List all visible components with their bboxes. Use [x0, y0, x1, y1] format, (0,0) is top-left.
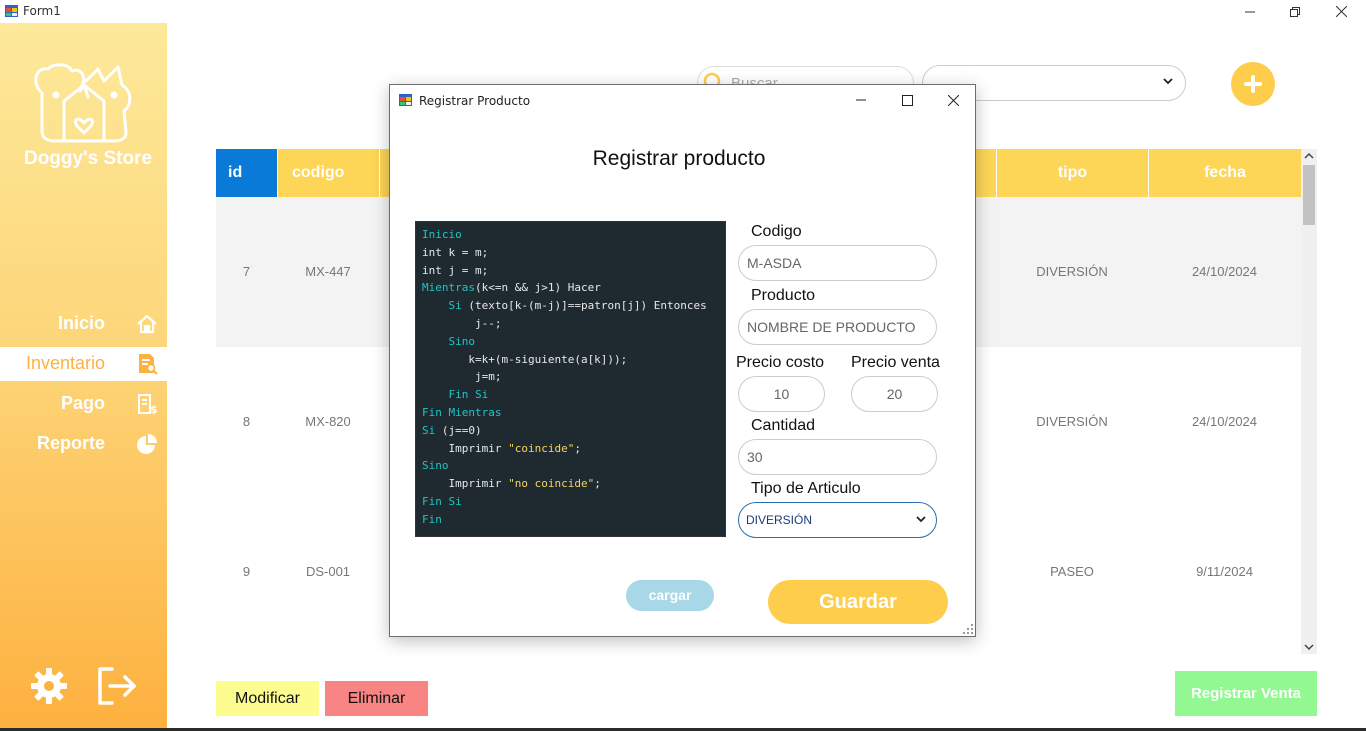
precio-venta-input[interactable]: 20: [851, 376, 938, 412]
cell-codigo: MX-820: [305, 414, 351, 429]
gear-icon[interactable]: [30, 667, 68, 705]
close-icon: [947, 94, 959, 106]
sidebar-item-inicio[interactable]: Inicio: [0, 307, 167, 341]
sidebar-item-label: Inicio: [57, 313, 105, 333]
sidebar-item-inventario[interactable]: Inventario: [0, 347, 167, 381]
chevron-down-icon: [1163, 78, 1173, 85]
dialog-titlebar: Registrar Producto: [390, 85, 975, 115]
precio-costo-input[interactable]: 10: [738, 376, 825, 412]
code-line: k=k+(m-siguiente(a[k]));: [422, 352, 628, 366]
sidebar-item-label: Reporte: [36, 433, 105, 453]
window-title: Form1: [23, 4, 61, 18]
cell-tipo: DIVERSIÓN: [1036, 414, 1108, 429]
dialog-heading: Registrar producto: [592, 147, 766, 170]
code-line: int j = m;: [422, 263, 489, 277]
cell-id: 9: [242, 564, 251, 579]
app-icon: [399, 94, 412, 106]
sidebar: Doggy's Store Inicio Inventario Pago $ R…: [0, 23, 167, 728]
cell-fecha: 24/10/2024: [1191, 264, 1258, 279]
code-line: Si (texto[k-(m-j)]==patron[j]) Entonces: [448, 299, 707, 313]
code-line: j--;: [422, 316, 502, 330]
tipo-articulo-value: DIVERSIÓN: [746, 513, 813, 527]
producto-input[interactable]: NOMBRE DE PRODUCTO: [738, 309, 937, 345]
producto-label: Producto: [751, 287, 816, 304]
code-line: Mientras(k<=n && j>1) Hacer: [422, 281, 601, 295]
sidebar-item-label: Inventario: [25, 353, 105, 373]
dialog-close-button[interactable]: [930, 85, 976, 115]
restore-icon: [1290, 6, 1300, 17]
code-line: Fin Si: [448, 388, 489, 402]
sidebar-item-reporte[interactable]: Reporte: [0, 427, 167, 461]
dialog-maximize-button[interactable]: [884, 85, 930, 115]
code-line: int k = m;: [422, 245, 489, 259]
scroll-up-icon[interactable]: [1304, 152, 1314, 159]
product-image: Inicio int k = m; int j = m; Mientras(k<=n …: [415, 221, 726, 537]
code-line: Sino: [448, 334, 476, 348]
column-header-codigo[interactable]: codigo: [277, 149, 379, 197]
code-line: j=m;: [422, 370, 502, 384]
save-button[interactable]: Guardar: [768, 580, 948, 624]
dialog-minimize-button[interactable]: [838, 85, 884, 115]
delete-button[interactable]: Eliminar: [325, 681, 428, 716]
sidebar-item-pago[interactable]: Pago $: [0, 387, 167, 421]
pie-chart-icon: [137, 434, 157, 454]
cell-tipo: DIVERSIÓN: [1036, 264, 1108, 279]
cell-codigo: DS-001: [305, 564, 351, 579]
cell-fecha: 24/10/2024: [1191, 414, 1258, 429]
code-line: Fin: [422, 512, 442, 526]
minimize-button[interactable]: [1227, 0, 1273, 23]
cell-id: 8: [242, 414, 251, 429]
cell-fecha: 9/11/2024: [1196, 564, 1253, 579]
close-icon: [1335, 6, 1347, 17]
codigo-label: Codigo: [751, 223, 802, 240]
column-header-partial[interactable]: [379, 149, 389, 197]
document-search-icon: [139, 354, 158, 375]
app-icon: [5, 5, 18, 17]
scrollbar-thumb[interactable]: [1303, 165, 1315, 225]
cell-tipo: PASEO: [1050, 564, 1094, 579]
precio-costo-label: Precio costo: [736, 354, 825, 371]
code-line: Imprimir "coincide";: [422, 441, 581, 455]
receipt-icon: $: [138, 394, 158, 415]
sidebar-item-label: Pago: [60, 393, 105, 413]
close-button[interactable]: [1318, 0, 1364, 23]
add-product-button[interactable]: [1231, 62, 1275, 106]
cantidad-label: Cantidad: [751, 417, 816, 434]
chevron-down-icon: [916, 516, 926, 523]
modify-button[interactable]: Modificar: [216, 681, 319, 716]
dialog-title: Registrar Producto: [419, 94, 531, 108]
codigo-input[interactable]: M-ASDA: [738, 245, 937, 281]
svg-text:$: $: [150, 403, 158, 415]
maximize-icon: [901, 94, 913, 106]
column-header-tipo[interactable]: tipo: [996, 149, 1148, 197]
column-header-id[interactable]: id: [216, 149, 277, 197]
dog-logo-icon: [34, 63, 132, 143]
code-line: Fin Mientras: [422, 405, 502, 419]
code-line: Fin Si: [422, 494, 462, 508]
column-header-fecha[interactable]: fecha: [1148, 149, 1301, 197]
load-image-button[interactable]: cargar: [626, 580, 714, 611]
resize-grip-icon[interactable]: [963, 624, 973, 634]
tipo-articulo-select[interactable]: DIVERSIÓN: [738, 502, 937, 538]
table-scrollbar[interactable]: [1301, 149, 1317, 654]
cell-id: 7: [242, 264, 251, 279]
code-line: Imprimir "no coincide";: [422, 477, 601, 491]
minimize-icon: [1245, 11, 1255, 12]
register-sale-button[interactable]: Registrar Venta: [1175, 671, 1317, 716]
restore-button[interactable]: [1272, 0, 1318, 23]
code-line: Sino: [422, 459, 449, 473]
scroll-down-icon[interactable]: [1304, 644, 1314, 651]
logout-icon[interactable]: [96, 665, 138, 707]
code-line: Inicio: [422, 228, 462, 241]
minimize-icon: [856, 99, 866, 101]
brand-name: Doggy's Store: [23, 148, 153, 169]
home-icon: [137, 314, 157, 334]
cell-codigo: MX-447: [305, 264, 351, 279]
cantidad-input[interactable]: 30: [738, 439, 937, 475]
register-product-dialog: Registrar Producto Registrar producto In…: [389, 84, 976, 637]
tipo-articulo-label: Tipo de Articulo: [751, 480, 861, 497]
window-titlebar: Form1: [0, 0, 1366, 23]
precio-venta-label: Precio venta: [851, 354, 940, 371]
code-line: Si (j==0): [422, 423, 482, 437]
